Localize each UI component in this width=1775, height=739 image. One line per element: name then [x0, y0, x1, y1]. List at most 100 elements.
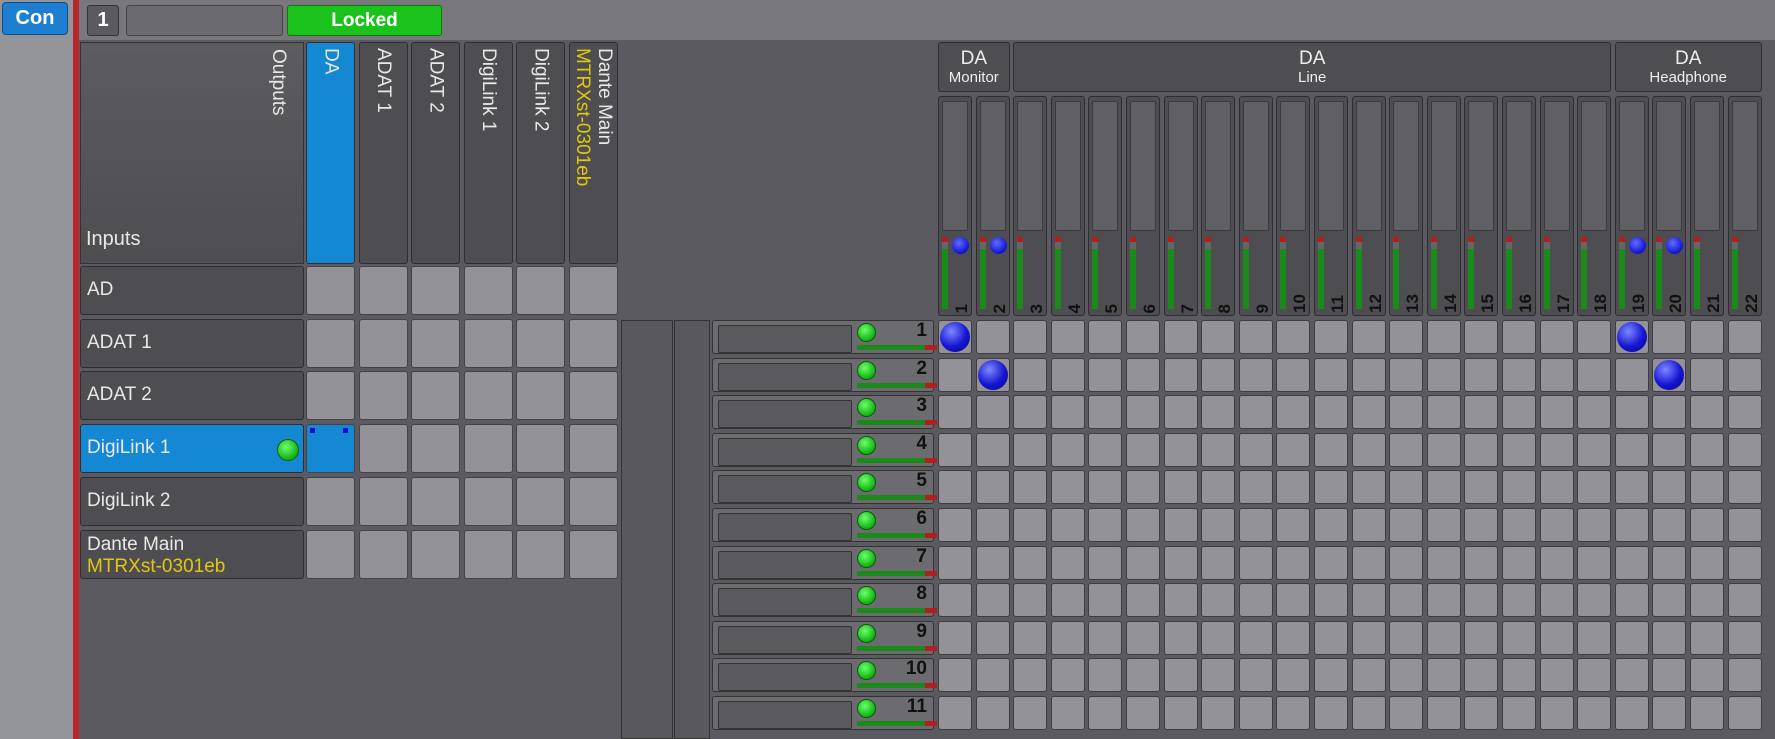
grid-cell[interactable]: [1238, 620, 1273, 655]
matrix-cell[interactable]: [358, 476, 408, 526]
grid-cell[interactable]: [1013, 545, 1048, 580]
channel-fader[interactable]: [1167, 101, 1194, 231]
grid-cell[interactable]: [1577, 620, 1612, 655]
grid-cell[interactable]: [1126, 508, 1160, 542]
grid-cell[interactable]: [1464, 395, 1499, 430]
grid-cell[interactable]: [1426, 696, 1461, 730]
matrix-cell[interactable]: [306, 318, 355, 368]
matrix-cell[interactable]: [411, 529, 460, 579]
grid-cell[interactable]: [1238, 658, 1273, 693]
grid-cell[interactable]: [1163, 320, 1198, 354]
connection-node-icon[interactable]: [977, 359, 1008, 390]
grid-cell[interactable]: [1539, 583, 1574, 618]
grid-cell[interactable]: [975, 395, 1010, 430]
grid-cell[interactable]: [1276, 620, 1311, 655]
grid-cell[interactable]: [1201, 357, 1236, 392]
channel-fader[interactable]: [1731, 101, 1758, 231]
matrix-cell[interactable]: [306, 371, 355, 421]
grid-cell[interactable]: [975, 583, 1010, 618]
con-button[interactable]: Con: [2, 2, 68, 35]
connection-node-icon[interactable]: [940, 322, 970, 352]
grid-cell[interactable]: [1389, 583, 1424, 618]
matrix-cell[interactable]: [568, 424, 618, 474]
grid-cell[interactable]: [1126, 696, 1160, 730]
grid-cell[interactable]: [1050, 395, 1085, 430]
grid-cell[interactable]: [1426, 545, 1461, 580]
grid-cell[interactable]: [1314, 658, 1348, 693]
grid-cell[interactable]: [1614, 432, 1649, 467]
grid-cell[interactable]: [1690, 545, 1724, 580]
grid-cell[interactable]: [1690, 583, 1724, 618]
grid-cell[interactable]: [1276, 545, 1311, 580]
grid-cell[interactable]: [1276, 696, 1311, 730]
grid-cell[interactable]: [1276, 432, 1311, 467]
grid-cell[interactable]: [1013, 508, 1048, 542]
input-header-1[interactable]: ADAT 1: [80, 318, 304, 368]
grid-cell[interactable]: [1464, 320, 1499, 354]
grid-cell[interactable]: [1351, 508, 1386, 542]
output-header-4[interactable]: DigiLink 2: [516, 42, 565, 264]
grid-cell[interactable]: [938, 357, 972, 392]
grid-cell[interactable]: [1389, 470, 1424, 505]
grid-cell[interactable]: [1314, 320, 1348, 354]
grid-cell[interactable]: [1539, 470, 1574, 505]
grid-cell[interactable]: [1163, 357, 1198, 392]
channel-fader[interactable]: [1205, 101, 1232, 231]
grid-cell[interactable]: [1351, 696, 1386, 730]
grid-cell[interactable]: [975, 508, 1010, 542]
grid-cell[interactable]: [1126, 620, 1160, 655]
grid-cell[interactable]: [1050, 545, 1085, 580]
grid-cell[interactable]: [1727, 357, 1762, 392]
matrix-cell[interactable]: [516, 266, 565, 315]
grid-cell[interactable]: [1163, 470, 1198, 505]
channel-fader[interactable]: [1468, 101, 1495, 231]
output-header-2[interactable]: ADAT 2: [411, 42, 460, 264]
grid-cell[interactable]: [1652, 658, 1687, 693]
grid-cell[interactable]: [1126, 357, 1160, 392]
grid-cell[interactable]: [1314, 508, 1348, 542]
grid-cell[interactable]: [1126, 545, 1160, 580]
grid-cell[interactable]: [1502, 658, 1536, 693]
grid-cell[interactable]: [1539, 395, 1574, 430]
matrix-cell[interactable]: [306, 424, 355, 474]
grid-cell[interactable]: [1426, 320, 1461, 354]
grid-cell[interactable]: [975, 658, 1010, 693]
grid-cell[interactable]: [1276, 658, 1311, 693]
channel-fader[interactable]: [1355, 101, 1382, 231]
grid-cell[interactable]: [1539, 545, 1574, 580]
grid-cell[interactable]: [1351, 395, 1386, 430]
grid-cell[interactable]: [1201, 395, 1236, 430]
grid-cell[interactable]: [1314, 696, 1348, 730]
grid-cell[interactable]: [1539, 320, 1574, 354]
grid-cell[interactable]: [1013, 320, 1048, 354]
input-header-5[interactable]: Dante Main MTRXst-0301eb: [80, 529, 304, 579]
input-header-2[interactable]: ADAT 2: [80, 371, 304, 421]
output-header-0[interactable]: DA: [306, 42, 355, 264]
grid-cell[interactable]: [1464, 658, 1499, 693]
connection-node-icon[interactable]: [1616, 322, 1647, 352]
channel-fader[interactable]: [942, 101, 968, 231]
matrix-cell[interactable]: [463, 318, 513, 368]
channel-fader[interactable]: [1318, 101, 1344, 231]
grid-cell[interactable]: [1088, 696, 1123, 730]
input-header-4[interactable]: DigiLink 2: [80, 476, 304, 526]
grid-cell[interactable]: [1502, 620, 1536, 655]
grid-cell[interactable]: [938, 696, 972, 730]
grid-cell[interactable]: [1050, 620, 1085, 655]
grid-cell[interactable]: [1652, 470, 1687, 505]
grid-cell[interactable]: [1727, 696, 1762, 730]
grid-cell[interactable]: [1126, 658, 1160, 693]
grid-cell[interactable]: [1050, 470, 1085, 505]
grid-cell[interactable]: [1577, 583, 1612, 618]
matrix-cell[interactable]: [463, 424, 513, 474]
grid-cell[interactable]: [1126, 583, 1160, 618]
grid-cell[interactable]: [1614, 508, 1649, 542]
row-fader[interactable]: [718, 400, 852, 429]
matrix-cell[interactable]: [568, 266, 618, 315]
matrix-cell[interactable]: [463, 266, 513, 315]
unit-name-field[interactable]: [126, 5, 283, 36]
channel-fader[interactable]: [1656, 101, 1683, 231]
grid-cell[interactable]: [1652, 696, 1687, 730]
grid-cell[interactable]: [1088, 583, 1123, 618]
grid-cell[interactable]: [1539, 696, 1574, 730]
